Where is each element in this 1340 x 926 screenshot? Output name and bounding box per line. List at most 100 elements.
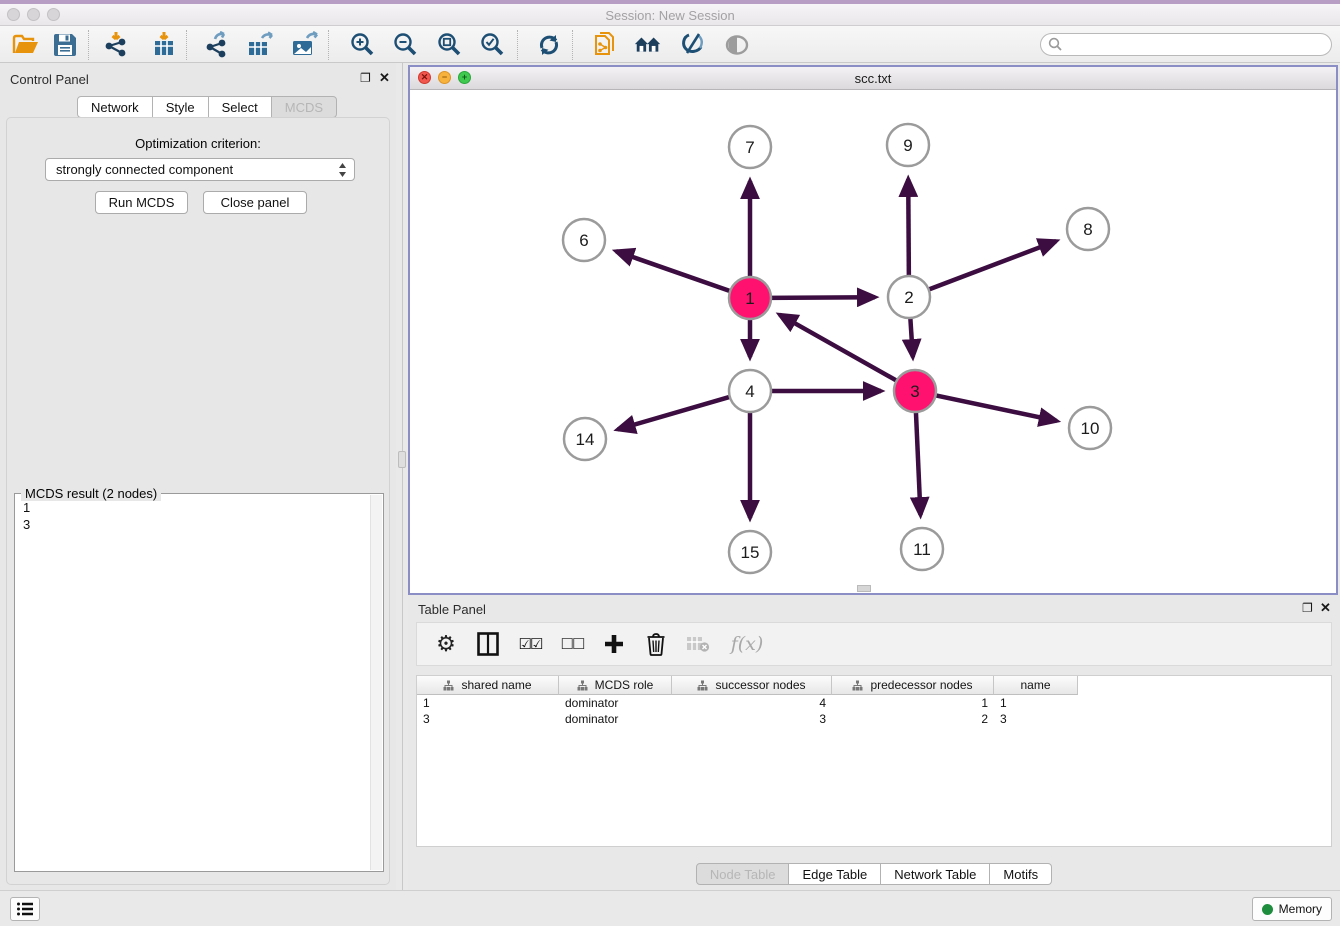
- function-builder-icon: f(x): [727, 631, 767, 657]
- tab-motifs[interactable]: Motifs: [990, 863, 1052, 885]
- cell-shared-name[interactable]: 3: [417, 711, 559, 727]
- graph-edge-1-2[interactable]: [769, 297, 875, 298]
- table-row[interactable]: 3 dominator 3 2 3: [417, 711, 1331, 727]
- cell-mcds-role[interactable]: dominator: [559, 711, 672, 727]
- graph-edge-2-8[interactable]: [927, 241, 1056, 290]
- select-spinner-icon: [338, 162, 347, 178]
- float-table-panel-icon[interactable]: ❐: [1302, 601, 1313, 615]
- tab-select[interactable]: Select: [209, 96, 272, 118]
- graph-edge-3-11[interactable]: [916, 410, 921, 515]
- zoom-in-icon[interactable]: [347, 30, 377, 60]
- graph-node-label-9: 9: [903, 136, 912, 155]
- network-resize-grip[interactable]: [857, 585, 871, 592]
- close-table-panel-icon[interactable]: ✕: [1320, 600, 1331, 616]
- column-header-successor-nodes[interactable]: successor nodes: [672, 676, 832, 695]
- memory-status-icon: [1262, 904, 1273, 915]
- panel-splitter[interactable]: [402, 63, 403, 890]
- mcds-result-box: MCDS result (2 nodes) 1 3: [14, 493, 384, 872]
- attribute-tree-icon: [697, 680, 708, 691]
- attribute-tree-icon: [852, 680, 863, 691]
- column-header-predecessor-nodes[interactable]: predecessor nodes: [832, 676, 994, 695]
- attribute-tree-icon: [577, 680, 588, 691]
- graph-edge-1-6[interactable]: [616, 251, 732, 292]
- deselect-all-icon[interactable]: ☐☐: [559, 631, 585, 657]
- tab-edge-table[interactable]: Edge Table: [789, 863, 881, 885]
- tab-node-table[interactable]: Node Table: [696, 863, 790, 885]
- node-table-header: shared name MCDS role successor nodes pr…: [417, 676, 1331, 695]
- node-table: shared name MCDS role successor nodes pr…: [416, 675, 1332, 847]
- mcds-result-line: 1: [23, 499, 383, 516]
- float-panel-icon[interactable]: ❐: [360, 71, 371, 85]
- run-mcds-button[interactable]: Run MCDS: [95, 191, 188, 214]
- save-session-icon[interactable]: [50, 30, 80, 60]
- import-table-icon[interactable]: [149, 30, 179, 60]
- table-panel-title: Table Panel: [418, 602, 486, 617]
- table-row[interactable]: 1 dominator 4 1 1: [417, 695, 1331, 711]
- tab-style[interactable]: Style: [153, 96, 209, 118]
- clone-network-icon[interactable]: [590, 30, 620, 60]
- graph-edge-2-3[interactable]: [910, 316, 913, 357]
- style-toggle-icon[interactable]: [678, 30, 708, 60]
- cell-successor-nodes[interactable]: 4: [672, 695, 832, 711]
- eye-icon[interactable]: [722, 30, 752, 60]
- network-window-titlebar[interactable]: ✕ − + scc.txt: [410, 67, 1336, 90]
- attribute-tree-icon: [443, 680, 454, 691]
- add-row-icon[interactable]: [601, 631, 627, 657]
- select-all-icon[interactable]: ☑☑: [517, 631, 543, 657]
- cell-predecessor-nodes[interactable]: 2: [832, 711, 994, 727]
- zoom-selected-icon[interactable]: [477, 30, 507, 60]
- cell-name[interactable]: 1: [994, 695, 1078, 711]
- graph-node-label-8: 8: [1083, 220, 1092, 239]
- graph-edge-3-10[interactable]: [934, 395, 1057, 421]
- control-panel-title: Control Panel: [10, 72, 89, 87]
- home-networks-icon[interactable]: [633, 30, 663, 60]
- cell-name[interactable]: 3: [994, 711, 1078, 727]
- task-history-button[interactable]: [10, 897, 40, 921]
- column-header-mcds-role[interactable]: MCDS role: [559, 676, 672, 695]
- delete-row-trash-icon[interactable]: [643, 631, 669, 657]
- memory-button[interactable]: Memory: [1252, 897, 1332, 921]
- export-image-icon[interactable]: [290, 30, 320, 60]
- zoom-fit-icon[interactable]: [434, 30, 464, 60]
- tab-mcds[interactable]: MCDS: [272, 96, 337, 118]
- table-settings-gear-icon[interactable]: ⚙: [433, 631, 459, 657]
- show-columns-icon[interactable]: [475, 631, 501, 657]
- close-panel-icon[interactable]: ✕: [379, 70, 390, 86]
- apply-layout-icon[interactable]: [534, 30, 564, 60]
- column-header-shared-name[interactable]: shared name: [417, 676, 559, 695]
- table-panel: Table Panel ❐ ✕ ⚙ ☑☑ ☐☐ f(x) shared name: [408, 595, 1340, 890]
- mcds-result-scrollbar[interactable]: [370, 495, 382, 870]
- graph-node-label-10: 10: [1081, 419, 1100, 438]
- main-toolbar: [0, 26, 1340, 63]
- criterion-select[interactable]: strongly connected component: [45, 158, 355, 181]
- app-titlebar: Session: New Session: [0, 0, 1340, 26]
- tab-network[interactable]: Network: [77, 96, 153, 118]
- toolbar-separator: [328, 30, 329, 60]
- table-panel-tabs: Node Table Edge Table Network Table Moti…: [408, 863, 1340, 885]
- delete-table-icon: [685, 631, 711, 657]
- close-panel-button[interactable]: Close panel: [203, 191, 307, 214]
- open-session-icon[interactable]: [10, 30, 40, 60]
- memory-label: Memory: [1279, 902, 1322, 916]
- cell-shared-name[interactable]: 1: [417, 695, 559, 711]
- mcds-result-title: MCDS result (2 nodes): [21, 486, 161, 501]
- search-box[interactable]: [1040, 33, 1332, 56]
- column-header-name[interactable]: name: [994, 676, 1078, 695]
- network-canvas[interactable]: 7968124314101511: [410, 90, 1336, 593]
- import-network-icon[interactable]: [102, 30, 132, 60]
- export-network-icon[interactable]: [202, 30, 232, 60]
- graph-edge-3-1[interactable]: [780, 315, 899, 382]
- tab-network-table[interactable]: Network Table: [881, 863, 990, 885]
- cell-predecessor-nodes[interactable]: 1: [832, 695, 994, 711]
- panel-splitter-handle[interactable]: [398, 451, 406, 468]
- graph-edge-2-9[interactable]: [908, 179, 909, 278]
- cell-successor-nodes[interactable]: 3: [672, 711, 832, 727]
- session-title: Session: New Session: [0, 8, 1340, 23]
- cell-mcds-role[interactable]: dominator: [559, 695, 672, 711]
- search-input[interactable]: [1067, 35, 1331, 54]
- zoom-out-icon[interactable]: [390, 30, 420, 60]
- optimization-criterion-label: Optimization criterion:: [0, 136, 396, 151]
- graph-edge-4-14[interactable]: [618, 396, 732, 429]
- export-table-icon[interactable]: [246, 30, 276, 60]
- graph-node-label-15: 15: [741, 543, 760, 562]
